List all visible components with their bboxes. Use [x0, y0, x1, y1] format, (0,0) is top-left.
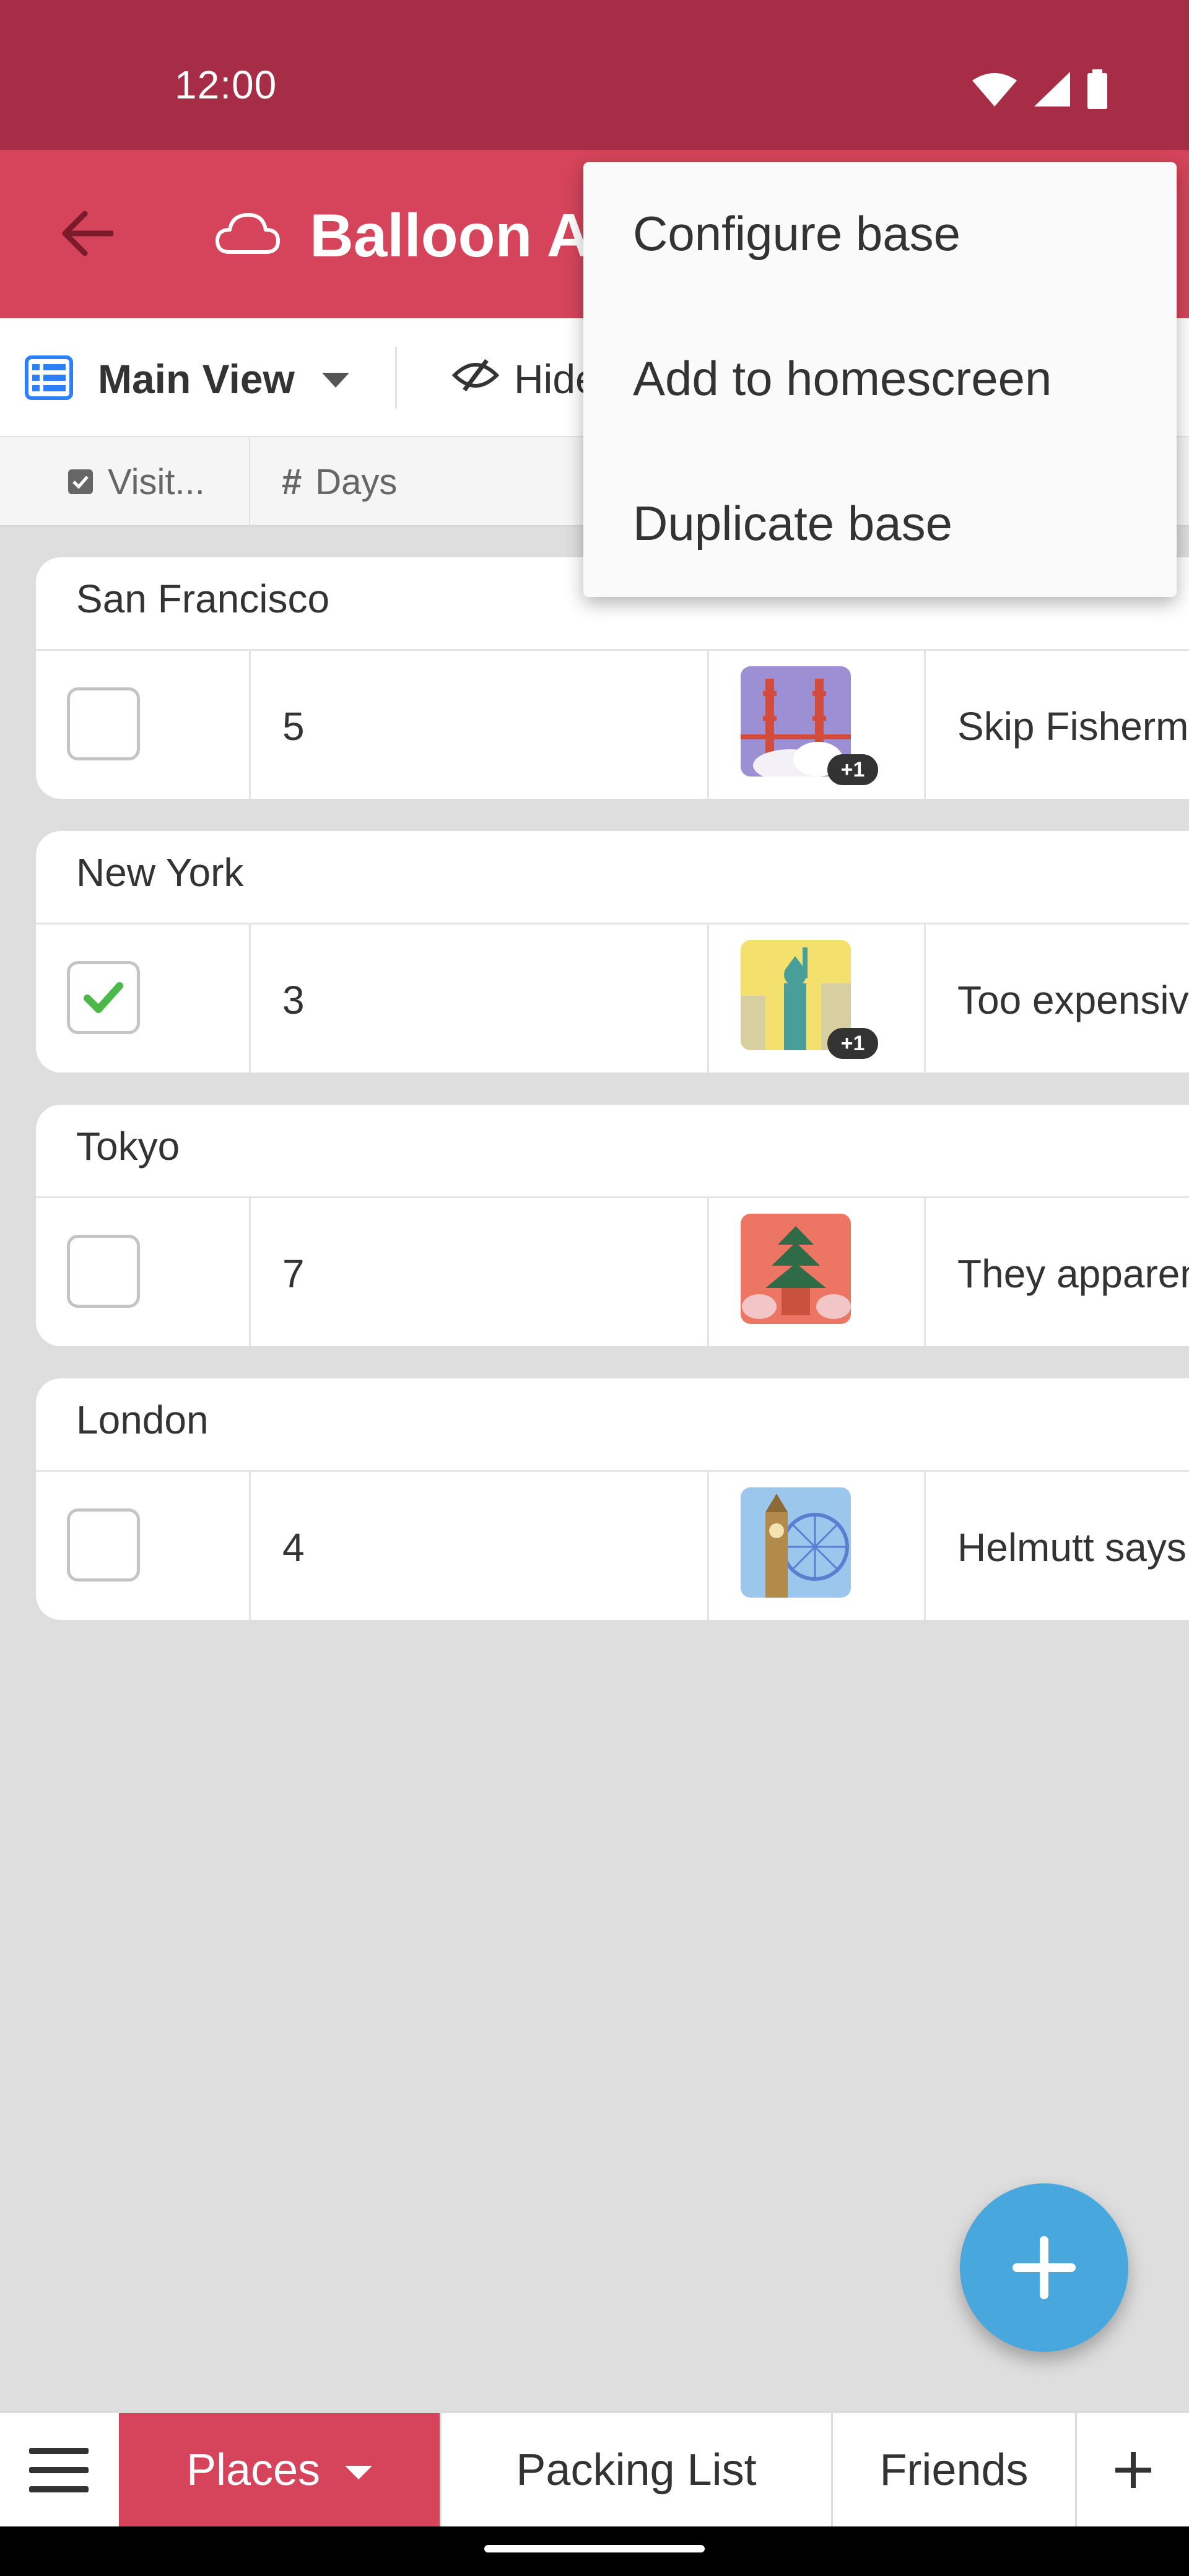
system-nav-bar — [0, 2526, 1189, 2576]
column-header-days-label: Days — [315, 461, 398, 502]
hide-fields-icon[interactable] — [452, 357, 499, 394]
visited-checkbox[interactable] — [67, 687, 140, 760]
notes-value[interactable]: Too expensiv — [957, 977, 1189, 1023]
add-record-button[interactable] — [960, 2183, 1128, 2352]
signal-icon — [1034, 72, 1070, 107]
menu-item-duplicate-base[interactable]: Duplicate base — [633, 495, 952, 552]
record-group[interactable]: New York 3 +1 Too expensiv — [36, 831, 1189, 1073]
cell-divider — [707, 923, 709, 1073]
divider — [36, 1196, 1189, 1198]
checkbox-field-icon — [68, 469, 93, 494]
tab-friends-label: Friends — [879, 2445, 1029, 2495]
cell-divider — [924, 649, 926, 799]
column-header-visited-label: Visit... — [108, 461, 205, 502]
group-title: New York — [76, 850, 244, 895]
big-ben-thumbnail[interactable] — [741, 1487, 851, 1598]
days-value[interactable]: 7 — [282, 1251, 305, 1297]
group-title: San Francisco — [76, 577, 330, 621]
cell-divider — [924, 1470, 926, 1620]
tab-packing-list-label: Packing List — [516, 2445, 757, 2495]
add-icon — [1115, 2452, 1151, 2488]
overflow-menu: Configure base Add to homescreen Duplica… — [583, 162, 1177, 597]
days-value[interactable]: 5 — [282, 703, 305, 749]
cell-divider — [707, 649, 709, 799]
column-header-days[interactable]: # Days — [282, 437, 397, 526]
notes-value[interactable]: They apparen — [957, 1251, 1189, 1297]
record-group[interactable]: London 4 Helmutt says — [36, 1378, 1189, 1620]
days-value[interactable]: 4 — [282, 1525, 305, 1570]
cell-divider — [249, 1470, 251, 1620]
notes-value[interactable]: Skip Fisherm — [957, 703, 1188, 749]
cell-divider — [707, 1196, 709, 1346]
chevron-down-icon[interactable] — [322, 373, 349, 388]
table-tab-bar: Places Packing List Friends — [0, 2411, 1189, 2526]
toolbar-divider — [395, 347, 397, 409]
visited-checkbox[interactable] — [67, 1508, 140, 1582]
tab-packing-list[interactable]: Packing List — [440, 2413, 831, 2526]
pagoda-thumbnail[interactable] — [741, 1214, 851, 1324]
visited-checkbox[interactable] — [67, 1235, 140, 1308]
divider — [36, 649, 1189, 651]
cell-divider — [924, 1196, 926, 1346]
tables-menu-button[interactable] — [0, 2413, 118, 2526]
cell-divider — [249, 1196, 251, 1346]
back-button[interactable] — [50, 193, 124, 274]
battery-icon — [1087, 69, 1107, 109]
status-bar: 12:00 — [0, 0, 1189, 150]
cell-divider — [249, 649, 251, 799]
tab-places[interactable]: Places — [119, 2413, 440, 2526]
notes-value[interactable]: Helmutt says — [957, 1525, 1187, 1570]
divider — [36, 1470, 1189, 1472]
wifi-icon — [972, 73, 1017, 107]
checkmark-icon — [84, 982, 123, 1013]
cloud-icon — [216, 213, 280, 254]
add-icon — [1013, 2236, 1076, 2299]
record-group[interactable]: Tokyo 7 They apparen — [36, 1105, 1189, 1346]
divider — [36, 923, 1189, 925]
grid-view-icon — [25, 355, 73, 400]
cell-divider — [707, 1470, 709, 1620]
tab-places-label: Places — [186, 2445, 321, 2495]
add-table-button[interactable] — [1075, 2413, 1189, 2526]
status-icons — [971, 69, 1108, 109]
group-title: London — [76, 1398, 209, 1442]
number-field-icon: # — [282, 461, 302, 502]
cell-divider — [924, 923, 926, 1073]
status-time: 12:00 — [175, 63, 277, 107]
column-divider — [249, 437, 250, 526]
home-handle[interactable] — [484, 2545, 705, 2552]
group-title: Tokyo — [76, 1124, 180, 1168]
attachment-count-badge: +1 — [827, 1028, 878, 1059]
visited-checkbox[interactable] — [67, 961, 140, 1034]
menu-item-configure-base[interactable]: Configure base — [633, 206, 960, 262]
tab-friends[interactable]: Friends — [831, 2413, 1075, 2526]
back-arrow-icon — [62, 211, 113, 256]
chevron-down-icon — [345, 2465, 373, 2479]
cell-divider — [249, 923, 251, 1073]
days-value[interactable]: 3 — [282, 977, 305, 1023]
column-header-visited[interactable]: Visit... — [67, 437, 205, 526]
attachment-count-badge: +1 — [827, 754, 878, 785]
base-title: Balloon Ac — [310, 201, 625, 269]
menu-item-add-to-homescreen[interactable]: Add to homescreen — [633, 350, 1052, 407]
hamburger-menu-icon — [29, 2447, 89, 2492]
view-switcher[interactable]: Main View — [98, 355, 295, 402]
